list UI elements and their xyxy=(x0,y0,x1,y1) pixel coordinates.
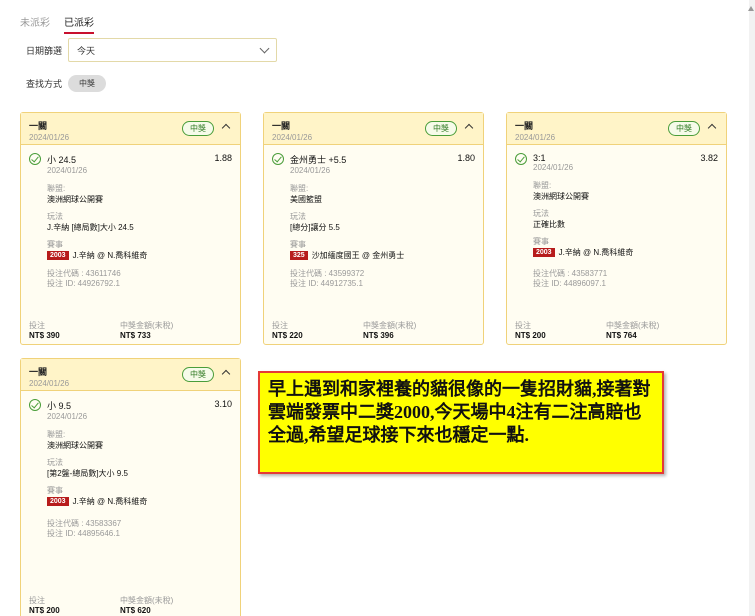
win-amount-value: NT$ 396 xyxy=(363,331,394,340)
selection-name: 3:1 xyxy=(533,153,546,163)
bet-card: 一關 2024/01/26 中獎 小 9.5 2024/01/26 3.10 聯… xyxy=(20,358,241,616)
annotation-note: 早上遇到和家裡養的貓很像的一隻招財貓,接著對雲端發票中二獎2000,今天場中4注… xyxy=(258,371,664,474)
event-label: 賽事 xyxy=(533,237,549,246)
bet-id: 投注 ID: 44896097.1 xyxy=(533,279,606,288)
tab-unsettled[interactable]: 未派彩 xyxy=(20,14,50,34)
search-method-row: 查找方式 中獎 xyxy=(26,75,106,92)
bet-card-body: 小 24.5 2024/01/26 1.88 聯盟: 澳洲網球公開賽 玩法 J.… xyxy=(21,145,240,344)
event-name: J.辛納 @ N.喬科維奇 xyxy=(558,248,634,257)
bet-card-header[interactable]: 一關 2024/01/26 中獎 xyxy=(264,113,483,145)
event-label: 賽事 xyxy=(290,240,306,249)
odds: 3.82 xyxy=(700,153,718,163)
tab-settled[interactable]: 已派彩 xyxy=(64,14,94,34)
win-amount-value: NT$ 733 xyxy=(120,331,151,340)
selection-date: 2024/01/26 xyxy=(47,166,88,175)
win-badge: 中獎 xyxy=(425,121,457,136)
play-value: 正確比數 xyxy=(533,220,565,229)
event-label: 賽事 xyxy=(47,486,63,495)
chevron-down-icon xyxy=(259,43,270,53)
event-label: 賽事 xyxy=(47,240,63,249)
bet-code: 投注代碼 : 43583367 xyxy=(47,519,122,528)
bet-card: 一關 2024/01/26 中獎 金州勇士 +5.5 2024/01/26 1.… xyxy=(263,112,484,345)
odds: 1.80 xyxy=(457,153,475,163)
event-code-tag: 325 xyxy=(290,251,308,260)
stake-label: 投注 xyxy=(29,596,45,605)
win-badge: 中獎 xyxy=(182,367,214,382)
bet-card: 一關 2024/01/26 中獎 3:1 2024/01/26 3.82 聯盟:… xyxy=(506,112,727,345)
scrollbar[interactable] xyxy=(748,0,755,616)
event-code-tag: 2003 xyxy=(47,251,69,260)
check-circle-icon xyxy=(272,153,284,165)
play-value: J.辛納 [總局數]大小 24.5 xyxy=(47,223,134,232)
play-value: [總分]讓分 5.5 xyxy=(290,223,340,232)
event-name: 沙加緬度國王 @ 金州勇士 xyxy=(311,251,405,260)
win-badge: 中獎 xyxy=(668,121,700,136)
check-circle-icon xyxy=(29,153,41,165)
league-label: 聯盟: xyxy=(290,184,309,193)
stake-label: 投注 xyxy=(515,321,531,330)
stake-value: NT$ 200 xyxy=(515,331,546,340)
stake-value: NT$ 200 xyxy=(29,606,60,615)
win-badge: 中獎 xyxy=(182,121,214,136)
stake-value: NT$ 220 xyxy=(272,331,303,340)
stake-label: 投注 xyxy=(272,321,288,330)
bet-code: 投注代碼 : 43599372 xyxy=(290,269,365,278)
league-label: 聯盟: xyxy=(533,181,552,190)
league-value: 澳洲網球公開賽 xyxy=(47,441,103,450)
event-code-tag: 2003 xyxy=(47,497,69,506)
stake-label: 投注 xyxy=(29,321,45,330)
selection-name: 小 24.5 xyxy=(47,155,77,165)
date-filter-label: 日期篩選 xyxy=(26,45,63,56)
selection-name: 金州勇士 +5.5 xyxy=(290,155,347,165)
date-filter-select[interactable]: 今天 xyxy=(68,38,277,62)
event-code-tag: 2003 xyxy=(533,248,555,257)
bet-card-header[interactable]: 一關 2024/01/26 中獎 xyxy=(21,359,240,391)
play-value: [第2盤-總局數]大小 9.5 xyxy=(47,469,128,478)
league-label: 聯盟: xyxy=(47,430,66,439)
bet-card-body: 3:1 2024/01/26 3.82 聯盟: 澳洲網球公開賽 玩法 正確比數 … xyxy=(507,145,726,344)
selection-date: 2024/01/26 xyxy=(533,163,574,172)
bet-card: 一關 2024/01/26 中獎 小 24.5 2024/01/26 1.88 … xyxy=(20,112,241,345)
win-amount-value: NT$ 620 xyxy=(120,606,151,615)
selection-date: 2024/01/26 xyxy=(290,166,331,175)
search-method-label: 查找方式 xyxy=(26,79,63,89)
odds: 1.88 xyxy=(214,153,232,163)
date-filter-row: 日期篩選 今天 xyxy=(26,38,277,62)
bet-id: 投注 ID: 44926792.1 xyxy=(47,279,120,288)
event-name: J.辛納 @ N.喬科維奇 xyxy=(72,251,148,260)
selection-date: 2024/01/26 xyxy=(47,412,88,421)
play-label: 玩法 xyxy=(533,209,549,218)
win-amount-label: 中獎金額(未稅) xyxy=(120,321,174,330)
play-label: 玩法 xyxy=(47,212,63,221)
bet-card-header[interactable]: 一關 2024/01/26 中獎 xyxy=(507,113,726,145)
bet-id: 投注 ID: 44895646.1 xyxy=(47,529,120,538)
win-amount-label: 中獎金額(未稅) xyxy=(606,321,660,330)
bet-card-body: 小 9.5 2024/01/26 3.10 聯盟: 澳洲網球公開賽 玩法 [第2… xyxy=(21,391,240,616)
search-method-pill[interactable]: 中獎 xyxy=(68,75,106,92)
win-amount-label: 中獎金額(未稅) xyxy=(363,321,417,330)
win-amount-value: NT$ 764 xyxy=(606,331,637,340)
odds: 3.10 xyxy=(214,399,232,409)
bet-card-body: 金州勇士 +5.5 2024/01/26 1.80 聯盟: 美國籃盟 玩法 [總… xyxy=(264,145,483,344)
bet-code: 投注代碼 : 43611746 xyxy=(47,269,121,278)
bet-card-header[interactable]: 一關 2024/01/26 中獎 xyxy=(21,113,240,145)
check-circle-icon xyxy=(29,399,41,411)
bet-code: 投注代碼 : 43583771 xyxy=(533,269,608,278)
league-value: 澳洲網球公開賽 xyxy=(47,195,103,204)
selection-name: 小 9.5 xyxy=(47,401,72,411)
check-circle-icon xyxy=(515,153,527,165)
league-value: 美國籃盟 xyxy=(290,195,322,204)
status-tabs: 未派彩 已派彩 xyxy=(20,14,94,34)
stake-value: NT$ 390 xyxy=(29,331,60,340)
league-label: 聯盟: xyxy=(47,184,66,193)
win-amount-label: 中獎金額(未稅) xyxy=(120,596,174,605)
league-value: 澳洲網球公開賽 xyxy=(533,192,589,201)
date-filter-value: 今天 xyxy=(77,45,96,56)
event-name: J.辛納 @ N.喬科維奇 xyxy=(72,497,148,506)
bet-id: 投注 ID: 44912735.1 xyxy=(290,279,363,288)
scroll-up-icon[interactable] xyxy=(748,6,754,11)
play-label: 玩法 xyxy=(47,458,63,467)
play-label: 玩法 xyxy=(290,212,306,221)
